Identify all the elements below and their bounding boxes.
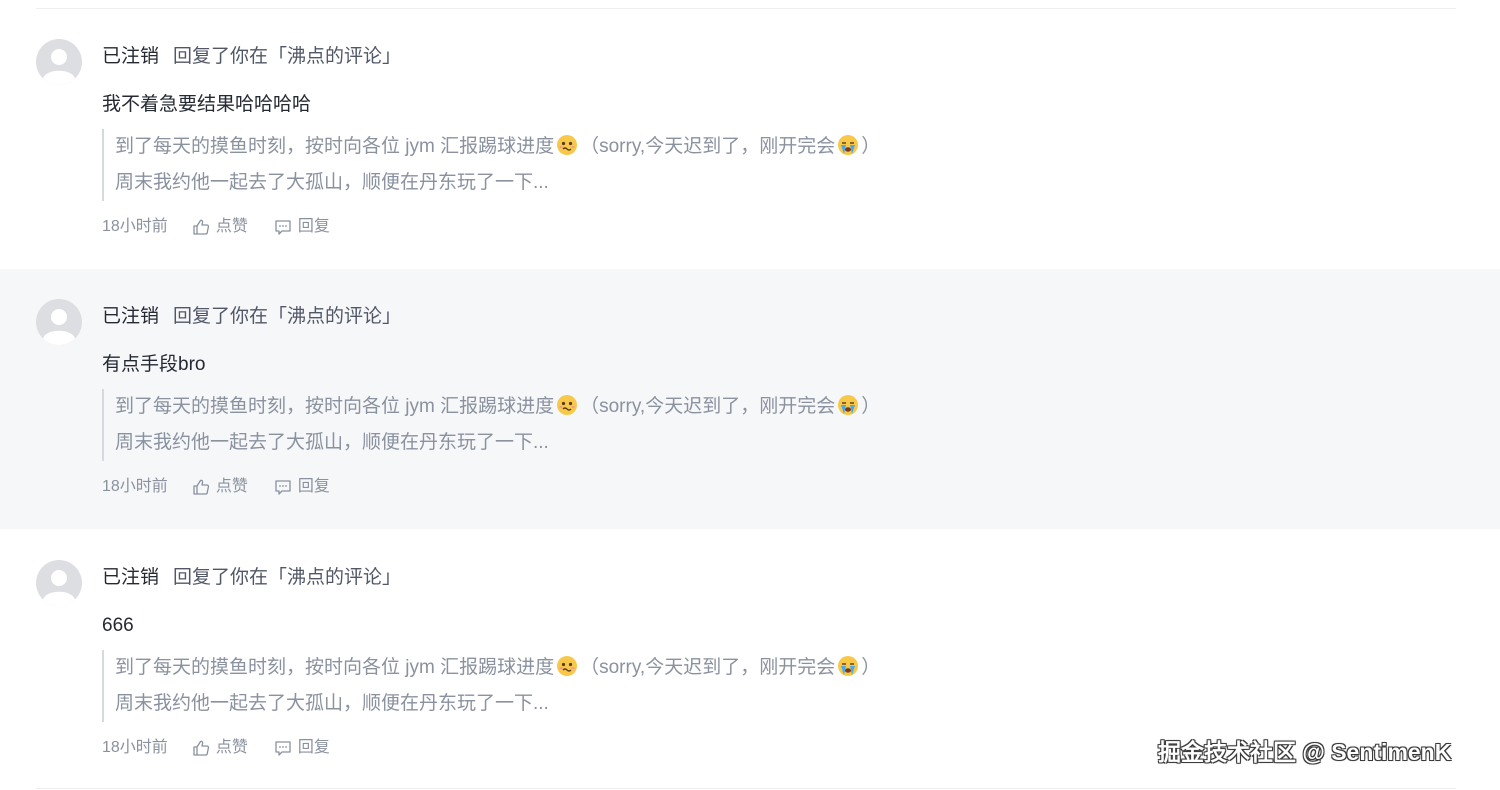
notification-meta: 18小时前 点赞 回复 (102, 737, 330, 759)
nervous-face-emoji-icon (556, 133, 578, 155)
notification-meta: 18小时前 点赞 回复 (102, 216, 330, 238)
notification-header: 已注销 回复了你在「沸点的评论」 (102, 43, 401, 71)
username[interactable]: 已注销 (102, 46, 159, 67)
quoted-post[interactable]: 到了每天的摸鱼时刻，按时向各位 jym 汇报踢球进度 （sorry,今天迟到了，刚… (102, 650, 880, 722)
like-button[interactable]: 点赞 (192, 737, 248, 759)
like-label: 点赞 (215, 739, 248, 756)
timestamp: 18小时前 (102, 218, 168, 235)
notification-item[interactable]: 已注销 回复了你在「沸点的评论」 有点手段bro 到了每天的摸鱼时刻，按时向各位 … (0, 269, 1500, 529)
thumbs-up-icon (193, 219, 209, 235)
like-label: 点赞 (215, 218, 248, 235)
quote-text-part-3: ） (861, 657, 881, 678)
reply-button[interactable]: 回复 (274, 737, 330, 759)
notification-header: 已注销 回复了你在「沸点的评论」 (102, 564, 401, 592)
bottom-divider (36, 788, 1456, 789)
quote-text-part-1: 到了每天的摸鱼时刻，按时向各位 jym 汇报踢球进度 (115, 396, 555, 417)
quote-text-part-2: （sorry,今天迟到了，刚开完会 (580, 396, 836, 417)
quote-line-1: 到了每天的摸鱼时刻，按时向各位 jym 汇报踢球进度 （sorry,今天迟到了，刚… (115, 129, 880, 165)
like-label: 点赞 (215, 478, 248, 495)
reply-action-text: 回复了你在「沸点的评论」 (173, 567, 402, 588)
quote-text-part-1: 到了每天的摸鱼时刻，按时向各位 jym 汇报踢球进度 (115, 657, 555, 678)
quote-text-part-2: （sorry,今天迟到了，刚开完会 (580, 657, 836, 678)
reply-action-text: 回复了你在「沸点的评论」 (173, 46, 402, 67)
reply-label: 回复 (297, 739, 330, 756)
quote-text-part-3: ） (861, 396, 881, 417)
thumbs-up-icon (193, 479, 209, 495)
quote-line-2: 周末我约他一起去了大孤山，顺便在丹东玩了一下... (115, 172, 549, 193)
username[interactable]: 已注销 (102, 306, 159, 327)
nervous-face-emoji-icon (556, 393, 578, 415)
notification-header: 已注销 回复了你在「沸点的评论」 (102, 303, 401, 331)
reply-label: 回复 (297, 478, 330, 495)
like-button[interactable]: 点赞 (192, 216, 248, 238)
timestamp: 18小时前 (102, 478, 168, 495)
watermark: 掘金技术社区 @ SentimenK (1158, 739, 1452, 765)
username[interactable]: 已注销 (102, 567, 159, 588)
notification-item[interactable]: 已注销 回复了你在「沸点的评论」 我不着急要结果哈哈哈哈 到了每天的摸鱼时刻，按时… (0, 9, 1500, 269)
reply-button[interactable]: 回复 (274, 476, 330, 498)
quote-line-1: 到了每天的摸鱼时刻，按时向各位 jym 汇报踢球进度 （sorry,今天迟到了，刚… (115, 389, 880, 425)
default-user-avatar-icon[interactable] (36, 560, 82, 606)
reply-content: 有点手段bro (102, 354, 206, 375)
quote-text-part-1: 到了每天的摸鱼时刻，按时向各位 jym 汇报踢球进度 (115, 136, 555, 157)
reply-action-text: 回复了你在「沸点的评论」 (173, 306, 402, 327)
default-user-avatar-icon[interactable] (36, 299, 82, 345)
crying-face-emoji-icon (837, 654, 859, 676)
quoted-post[interactable]: 到了每天的摸鱼时刻，按时向各位 jym 汇报踢球进度 （sorry,今天迟到了，刚… (102, 389, 880, 461)
notification-meta: 18小时前 点赞 回复 (102, 476, 330, 498)
quoted-post[interactable]: 到了每天的摸鱼时刻，按时向各位 jym 汇报踢球进度 （sorry,今天迟到了，刚… (102, 129, 880, 201)
crying-face-emoji-icon (837, 133, 859, 155)
quote-line-1: 到了每天的摸鱼时刻，按时向各位 jym 汇报踢球进度 （sorry,今天迟到了，刚… (115, 650, 880, 686)
crying-face-emoji-icon (837, 393, 859, 415)
comment-bubble-icon (275, 741, 291, 756)
quote-text-part-3: ） (861, 136, 881, 157)
notification-page: 已注销 回复了你在「沸点的评论」 我不着急要结果哈哈哈哈 到了每天的摸鱼时刻，按时… (0, 0, 1500, 790)
reply-content: 我不着急要结果哈哈哈哈 (102, 94, 312, 115)
default-user-avatar-icon[interactable] (36, 39, 82, 85)
timestamp: 18小时前 (102, 739, 168, 756)
quote-text-part-2: （sorry,今天迟到了，刚开完会 (580, 136, 836, 157)
reply-content: 666 (102, 615, 134, 636)
quote-line-2: 周末我约他一起去了大孤山，顺便在丹东玩了一下... (115, 432, 549, 453)
thumbs-up-icon (193, 740, 209, 756)
nervous-face-emoji-icon (556, 654, 578, 676)
reply-label: 回复 (297, 218, 330, 235)
quote-line-2: 周末我约他一起去了大孤山，顺便在丹东玩了一下... (115, 693, 549, 714)
reply-button[interactable]: 回复 (274, 216, 330, 238)
like-button[interactable]: 点赞 (192, 476, 248, 498)
comment-bubble-icon (275, 480, 291, 495)
comment-bubble-icon (275, 220, 291, 235)
